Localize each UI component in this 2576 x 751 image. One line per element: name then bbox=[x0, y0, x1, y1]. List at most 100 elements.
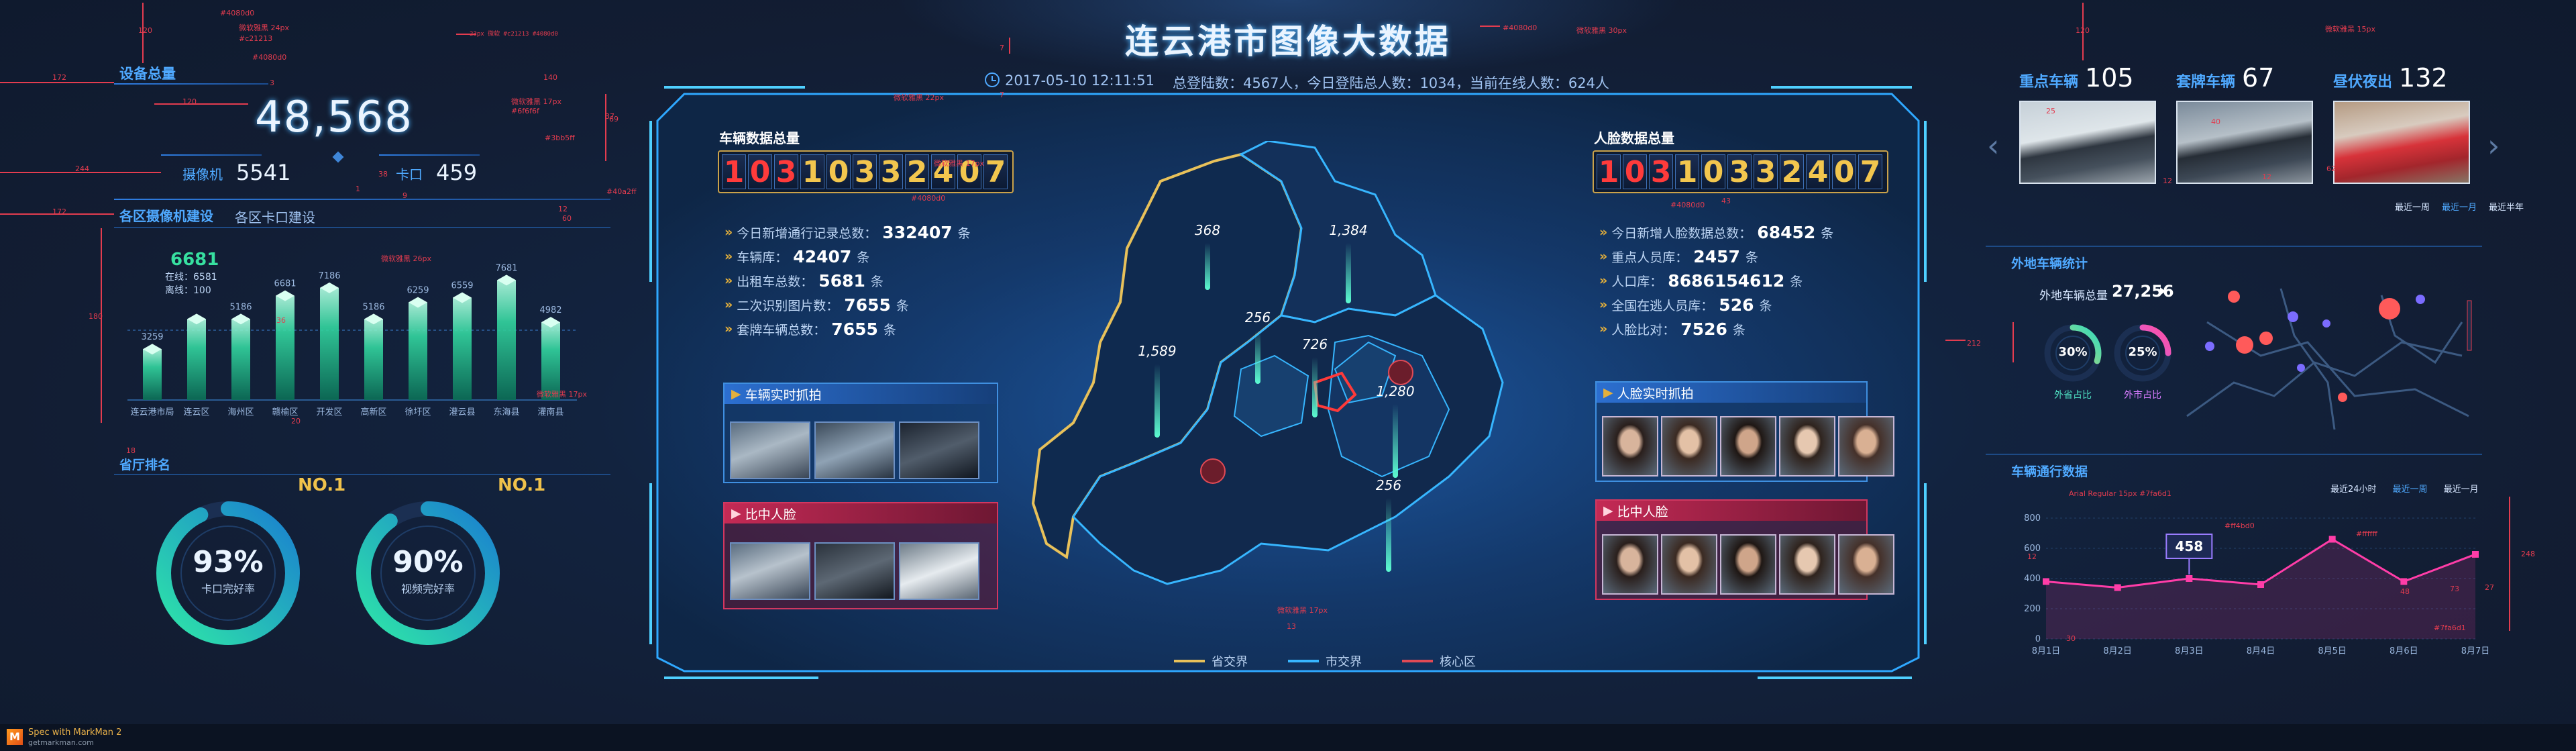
annotation-font: 微软雅黑 26px bbox=[381, 254, 431, 263]
fake-plate-photo[interactable] bbox=[2176, 101, 2313, 184]
face-thumbnail[interactable] bbox=[1838, 416, 1894, 477]
digit-cell: 2 bbox=[905, 154, 929, 189]
car-thumbnail[interactable] bbox=[730, 542, 810, 600]
annotation-font: 微软雅黑 24px bbox=[239, 23, 289, 32]
key-vehicle-stat[interactable]: 重点车辆 105 bbox=[2019, 63, 2134, 93]
stat-row: » 人口库： 8686154612 条 bbox=[1599, 268, 1833, 293]
car-thumbnail[interactable] bbox=[814, 542, 895, 600]
stat-value: 7655 bbox=[844, 295, 891, 315]
bar bbox=[231, 319, 250, 400]
annotation-font: 微软雅黑 30px bbox=[1576, 26, 1627, 35]
annotation-dimension: 13 bbox=[1287, 622, 1296, 631]
face-thumbnail[interactable] bbox=[1661, 416, 1717, 477]
annotation-font: Arial Regular 15px #7fa6d1 bbox=[2069, 489, 2171, 498]
bar-category-label: 连云区 bbox=[183, 407, 209, 417]
legend-province: 省交界 bbox=[1174, 652, 1248, 670]
period-tab-active[interactable]: 最近一月 bbox=[2442, 200, 2477, 213]
face-thumbnail[interactable] bbox=[1720, 534, 1776, 595]
annotation-spec: 23px 微软 #c21213 #4080d0 bbox=[470, 31, 558, 38]
traffic-period-tab[interactable]: 最近24小时 bbox=[2330, 482, 2377, 495]
bar bbox=[143, 349, 162, 400]
car-thumbnail[interactable] bbox=[899, 421, 979, 479]
annotation-color: #4080d0 bbox=[1670, 201, 1705, 209]
annotation-color: #3bb5ff bbox=[545, 134, 575, 142]
period-tabs: 最近一周 最近一月 最近半年 bbox=[2395, 200, 2524, 213]
digit-cell: 3 bbox=[774, 154, 798, 189]
face-thumbnail[interactable] bbox=[1779, 416, 1835, 477]
annotation-dimension: 12 bbox=[2163, 177, 2172, 185]
annotation-dimension: 9 bbox=[402, 191, 407, 200]
stat-row: » 人脸比对： 7526 条 bbox=[1599, 317, 1833, 341]
ring-value: 30% bbox=[2058, 345, 2088, 359]
gauge-label: 卡口完好率 bbox=[201, 583, 255, 595]
map-pillar bbox=[1155, 364, 1160, 438]
rank-title: 省厅排名 bbox=[119, 458, 171, 472]
chevron-right-icon[interactable]: › bbox=[2487, 128, 2500, 164]
tab-district-camera[interactable]: 各区摄像机建设 bbox=[119, 205, 213, 225]
stat-value: 2457 bbox=[1693, 246, 1740, 266]
face-thumbnail[interactable] bbox=[1602, 416, 1658, 477]
annotation-font: 微软雅黑 17px bbox=[537, 390, 587, 399]
map-pillar bbox=[1205, 243, 1210, 290]
chevron-left-icon[interactable]: ‹ bbox=[1987, 128, 1999, 164]
stat-label: 套牌车辆总数： bbox=[737, 322, 826, 338]
map-value-label: 1,280 bbox=[1376, 383, 1414, 399]
map-pillar bbox=[1393, 404, 1398, 478]
footer-url[interactable]: getmarkman.com bbox=[28, 738, 94, 747]
bar-category-label: 连云港市局 bbox=[130, 407, 174, 417]
face-thumbnail[interactable] bbox=[1779, 534, 1835, 595]
stat-label: 二次识别图片数： bbox=[737, 298, 839, 313]
y-tick-label: 0 bbox=[2035, 634, 2041, 644]
markman-line bbox=[1945, 340, 1966, 341]
face-thumbnail[interactable] bbox=[1720, 416, 1776, 477]
digit-cell: 3 bbox=[879, 154, 903, 189]
markman-line bbox=[0, 213, 114, 215]
night-out-stat[interactable]: 昼伏夜出 132 bbox=[2333, 63, 2448, 93]
bar-category-label: 高新区 bbox=[360, 407, 386, 417]
bar-category-label: 赣榆区 bbox=[272, 407, 298, 417]
stat-label: 车辆库： bbox=[737, 250, 788, 265]
car-thumbnail[interactable] bbox=[899, 542, 979, 600]
markman-line bbox=[142, 3, 144, 63]
traffic-period-tab[interactable]: 最近一月 bbox=[2444, 482, 2479, 495]
stat-value: 68452 bbox=[1757, 222, 1816, 242]
match-face-header: ▶ 比中人脸 bbox=[1597, 501, 1866, 521]
traffic-period-tab-active[interactable]: 最近一周 bbox=[2393, 482, 2428, 495]
tab-district-checkpoint[interactable]: 各区卡口建设 bbox=[235, 207, 315, 226]
annotation-dimension: 120 bbox=[138, 26, 152, 35]
annotation-dimension: 38 bbox=[378, 170, 388, 179]
annotation-dimension: 172 bbox=[52, 73, 66, 82]
stat-value: 8686154612 bbox=[1668, 270, 1785, 291]
period-tab[interactable]: 最近半年 bbox=[2489, 200, 2524, 213]
stat-label: 全国在逃人员库： bbox=[1611, 298, 1714, 313]
chevron-right-icon: ▶ bbox=[731, 506, 741, 521]
annotation-dimension: 30 bbox=[2066, 634, 2076, 643]
annotation-dimension: 3 bbox=[270, 79, 274, 87]
map-legend: 省交界 市交界 核心区 bbox=[1174, 652, 1476, 670]
markman-line bbox=[605, 94, 606, 161]
stat-row: » 出租车总数： 5681 条 bbox=[724, 268, 971, 293]
annotation-dimension: 25 bbox=[2046, 107, 2055, 115]
bar bbox=[453, 297, 472, 400]
double-chevron-icon: » bbox=[724, 297, 733, 312]
fake-plate-stat[interactable]: 套牌车辆 67 bbox=[2176, 63, 2274, 93]
stat-value: 526 bbox=[1719, 295, 1754, 315]
face-thumbnail[interactable] bbox=[1661, 534, 1717, 595]
bar-category-label: 开发区 bbox=[316, 407, 342, 417]
night-out-photo[interactable] bbox=[2333, 101, 2470, 184]
key-vehicle-photo[interactable] bbox=[2019, 101, 2156, 184]
face-thumbnail[interactable] bbox=[1838, 534, 1894, 595]
divider bbox=[114, 227, 610, 228]
bar bbox=[364, 319, 383, 400]
annotation-dimension: 1 bbox=[356, 185, 360, 193]
face-thumbnail[interactable] bbox=[1602, 534, 1658, 595]
match-thumb-strip bbox=[1597, 529, 1900, 600]
footer-brand: Spec with MarkMan 2 bbox=[28, 728, 122, 738]
markman-line bbox=[0, 82, 114, 83]
period-tab[interactable]: 最近一周 bbox=[2395, 200, 2430, 213]
double-chevron-icon: » bbox=[724, 321, 733, 336]
car-thumbnail[interactable] bbox=[730, 421, 810, 479]
car-thumbnail[interactable] bbox=[814, 421, 895, 479]
district-map: 368 1,384 256 726 1,589 1,280 256 bbox=[1031, 141, 1504, 585]
annotation-font: 微软雅黑 17px bbox=[1277, 606, 1328, 615]
